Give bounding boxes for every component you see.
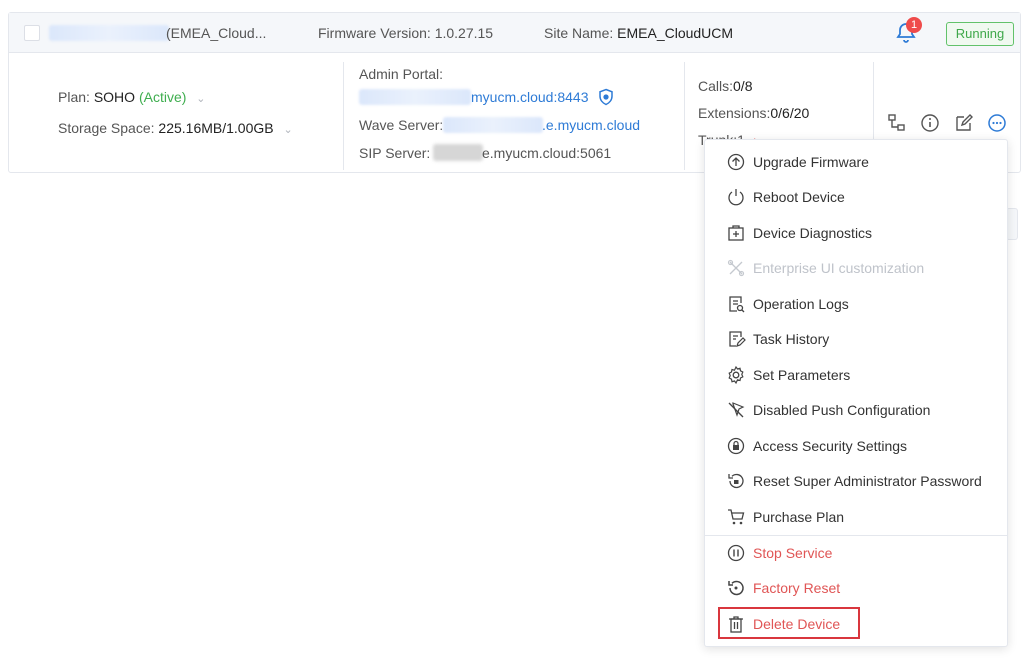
extensions-label: Extensions:	[698, 105, 771, 121]
menu-item-purchase-plan[interactable]: Purchase Plan	[705, 500, 1007, 534]
upgrade-icon	[727, 153, 745, 171]
menu-item-label: Purchase Plan	[753, 509, 845, 525]
site-label: Site Name:	[544, 25, 614, 41]
redacted-device-name	[49, 25, 169, 41]
device-select-checkbox[interactable]	[24, 25, 40, 41]
menu-item-label: Task History	[753, 331, 830, 347]
notification-badge: 1	[906, 17, 922, 33]
factory-reset-icon	[728, 580, 744, 596]
calls-value: 0/8	[733, 78, 753, 94]
admin-portal-link[interactable]: myucm.cloud:8443	[471, 89, 589, 105]
calls-label: Calls:	[698, 78, 734, 94]
redacted-admin-host	[359, 89, 471, 105]
menu-item-label: Reset Super Administrator Password	[753, 473, 982, 489]
customization-icon	[727, 259, 745, 277]
menu-item-label: Set Parameters	[753, 367, 851, 383]
menu-item-label: Upgrade Firmware	[753, 154, 869, 170]
menu-item-enterprise-ui-customization: Enterprise UI customization	[705, 251, 1007, 285]
menu-item-stop-service[interactable]: Stop Service	[705, 536, 1007, 570]
menu-item-reboot-device[interactable]: Reboot Device	[705, 180, 1007, 214]
status-badge: Running	[946, 22, 1014, 46]
shield-icon	[599, 88, 613, 106]
extensions-value: 0/6/20	[770, 105, 810, 121]
device-name[interactable]: (EMEA_Cloud...	[166, 25, 266, 41]
info-icon[interactable]	[920, 113, 940, 133]
site-value: EMEA_CloudUCM	[617, 25, 734, 41]
logs-icon	[729, 296, 745, 313]
menu-item-disabled-push-configuration[interactable]: Disabled Push Configuration	[705, 393, 1007, 427]
menu-item-reset-super-administrator-password[interactable]: Reset Super Administrator Password	[705, 464, 1007, 498]
diagnostics-icon	[728, 225, 744, 241]
menu-item-set-parameters[interactable]: Set Parameters	[705, 358, 1007, 392]
menu-item-label: Reboot Device	[753, 189, 845, 205]
chevron-down-icon[interactable]: ⌄	[196, 93, 205, 105]
menu-item-access-security-settings[interactable]: Access Security Settings	[705, 429, 1007, 463]
storage-row: Storage Space: 225.16MB/1.00GB ⌄	[58, 120, 293, 136]
more-actions-menu: Upgrade Firmware Reboot Device Device Di…	[704, 139, 1008, 647]
calls-row: Calls:0/8	[698, 78, 752, 94]
menu-item-upgrade-firmware[interactable]: Upgrade Firmware	[705, 145, 1007, 179]
pause-icon	[727, 544, 745, 562]
firmware-label: Firmware Version:	[318, 25, 431, 41]
plan-value: SOHO	[93, 89, 136, 105]
storage-label: Storage Space:	[58, 120, 155, 136]
sip-server-value: e.myucm.cloud:5061	[482, 145, 612, 161]
edit-icon[interactable]	[954, 113, 974, 133]
gear-icon	[728, 365, 744, 385]
wave-server-link[interactable]: .e.myucm.cloud	[542, 117, 640, 133]
menu-item-task-history[interactable]: Task History	[705, 322, 1007, 356]
menu-item-label: Disabled Push Configuration	[753, 402, 931, 418]
admin-portal-label: Admin Portal:	[359, 66, 444, 82]
menu-item-device-diagnostics[interactable]: Device Diagnostics	[705, 216, 1007, 250]
firmware-value: 1.0.27.15	[434, 25, 494, 41]
menu-item-label: Device Diagnostics	[753, 225, 873, 241]
reset-password-icon	[728, 473, 744, 489]
plan-label: Plan:	[58, 89, 90, 105]
menu-item-label: Access Security Settings	[753, 438, 908, 454]
chevron-down-icon[interactable]: ⌄	[283, 124, 292, 136]
redacted-wave-host	[443, 117, 543, 133]
menu-item-label: Factory Reset	[753, 580, 841, 596]
column-divider	[343, 62, 344, 170]
push-disabled-icon	[728, 402, 745, 418]
plan-state: (Active)	[138, 89, 187, 105]
menu-item-label: Enterprise UI customization	[753, 260, 925, 276]
task-history-icon	[729, 331, 746, 347]
menu-item-label: Stop Service	[753, 545, 833, 561]
column-divider	[684, 62, 685, 170]
topology-icon[interactable]	[887, 113, 907, 133]
redacted-sip-host	[433, 144, 483, 161]
wave-server-label: Wave Server:	[359, 117, 444, 133]
lock-icon	[727, 437, 745, 455]
firmware-info: Firmware Version: 1.0.27.15	[318, 25, 493, 41]
plan-row: Plan: SOHO (Active) ⌄	[58, 89, 206, 105]
power-icon	[728, 189, 744, 206]
extensions-row: Extensions:0/6/20	[698, 105, 809, 121]
cart-icon	[728, 509, 745, 525]
menu-item-label: Operation Logs	[753, 296, 849, 312]
storage-value: 225.16MB/1.00GB	[158, 120, 274, 136]
site-info: Site Name: EMEA_CloudUCM	[544, 25, 733, 41]
menu-item-operation-logs[interactable]: Operation Logs	[705, 287, 1007, 321]
sip-server-label: SIP Server:	[359, 145, 431, 161]
delete-device-highlight	[718, 607, 860, 639]
more-options-icon[interactable]	[987, 113, 1007, 133]
menu-item-factory-reset[interactable]: Factory Reset	[705, 571, 1007, 605]
device-card-header: (EMEA_Cloud... Firmware Version: 1.0.27.…	[9, 13, 1020, 53]
